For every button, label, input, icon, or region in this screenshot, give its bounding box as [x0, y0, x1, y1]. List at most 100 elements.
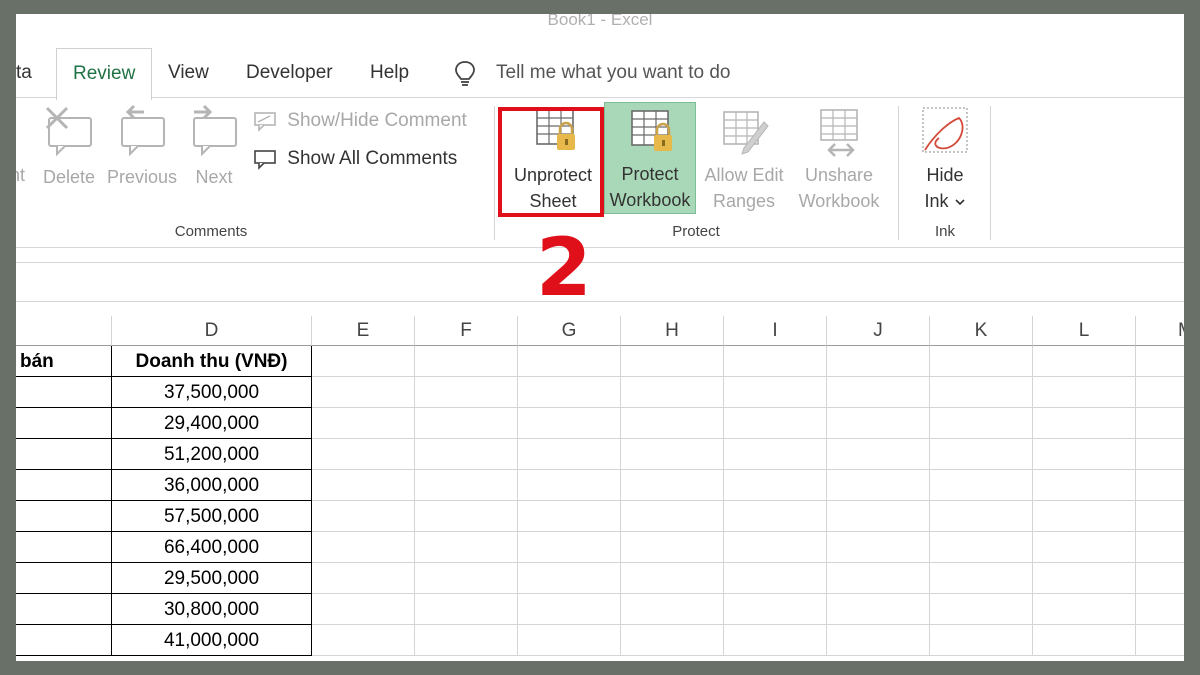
empty-cell[interactable]: [1136, 408, 1184, 439]
empty-cell[interactable]: [312, 470, 415, 501]
empty-cell[interactable]: [1136, 532, 1184, 563]
header-cell-revenue[interactable]: Doanh thu (VNĐ): [112, 346, 312, 377]
empty-cell[interactable]: [415, 439, 518, 470]
lightbulb-icon[interactable]: [454, 60, 476, 88]
empty-cell[interactable]: [930, 439, 1033, 470]
empty-cell[interactable]: [930, 532, 1033, 563]
table-cell-partial[interactable]: [16, 625, 112, 656]
tab-data[interactable]: ta: [16, 48, 32, 98]
column-header-l[interactable]: L: [1033, 316, 1136, 346]
empty-cell[interactable]: [415, 563, 518, 594]
empty-cell[interactable]: [930, 346, 1033, 377]
table-cell-revenue[interactable]: 30,800,000: [112, 594, 312, 625]
empty-cell[interactable]: [1033, 501, 1136, 532]
empty-cell[interactable]: [724, 439, 827, 470]
empty-cell[interactable]: [621, 346, 724, 377]
empty-cell[interactable]: [1136, 625, 1184, 656]
empty-cell[interactable]: [415, 532, 518, 563]
table-cell-revenue[interactable]: 29,500,000: [112, 563, 312, 594]
empty-cell[interactable]: [518, 470, 621, 501]
empty-cell[interactable]: [827, 408, 930, 439]
empty-cell[interactable]: [415, 346, 518, 377]
empty-cell[interactable]: [930, 470, 1033, 501]
empty-cell[interactable]: [1033, 532, 1136, 563]
formula-bar[interactable]: [16, 262, 1184, 302]
hide-ink-button[interactable]: Hide Ink: [910, 104, 980, 214]
empty-cell[interactable]: [621, 377, 724, 408]
empty-cell[interactable]: [1136, 563, 1184, 594]
column-header-k[interactable]: K: [930, 316, 1033, 346]
empty-cell[interactable]: [312, 439, 415, 470]
empty-cell[interactable]: [827, 501, 930, 532]
empty-cell[interactable]: [930, 377, 1033, 408]
column-header-partial[interactable]: [16, 316, 112, 346]
empty-cell[interactable]: [621, 501, 724, 532]
table-cell-partial[interactable]: [16, 377, 112, 408]
empty-cell[interactable]: [1033, 346, 1136, 377]
empty-cell[interactable]: [415, 470, 518, 501]
empty-cell[interactable]: [312, 501, 415, 532]
empty-cell[interactable]: [1033, 470, 1136, 501]
empty-cell[interactable]: [930, 594, 1033, 625]
tab-review[interactable]: Review: [56, 48, 153, 100]
empty-cell[interactable]: [621, 563, 724, 594]
show-all-comments-button[interactable]: Show All Comments: [252, 146, 457, 172]
protect-workbook-button[interactable]: Protect Workbook: [604, 102, 696, 214]
empty-cell[interactable]: [1033, 625, 1136, 656]
empty-cell[interactable]: [1033, 408, 1136, 439]
empty-cell[interactable]: [621, 625, 724, 656]
empty-cell[interactable]: [827, 594, 930, 625]
table-cell-partial[interactable]: [16, 408, 112, 439]
column-header-m[interactable]: M: [1136, 316, 1184, 346]
empty-cell[interactable]: [621, 532, 724, 563]
empty-cell[interactable]: [415, 501, 518, 532]
empty-cell[interactable]: [518, 594, 621, 625]
empty-cell[interactable]: [518, 377, 621, 408]
empty-cell[interactable]: [312, 377, 415, 408]
empty-cell[interactable]: [930, 408, 1033, 439]
empty-cell[interactable]: [724, 408, 827, 439]
empty-cell[interactable]: [312, 532, 415, 563]
empty-cell[interactable]: [1136, 594, 1184, 625]
table-cell-partial[interactable]: [16, 501, 112, 532]
empty-cell[interactable]: [518, 439, 621, 470]
empty-cell[interactable]: [518, 532, 621, 563]
empty-cell[interactable]: [312, 625, 415, 656]
empty-cell[interactable]: [518, 408, 621, 439]
empty-cell[interactable]: [724, 377, 827, 408]
empty-cell[interactable]: [724, 563, 827, 594]
table-cell-partial[interactable]: [16, 532, 112, 563]
empty-cell[interactable]: [518, 501, 621, 532]
empty-cell[interactable]: [1033, 594, 1136, 625]
next-comment-button[interactable]: Next: [186, 104, 242, 190]
tab-view[interactable]: View: [168, 48, 209, 98]
empty-cell[interactable]: [518, 563, 621, 594]
empty-cell[interactable]: [621, 439, 724, 470]
empty-cell[interactable]: [1136, 501, 1184, 532]
table-cell-partial[interactable]: [16, 563, 112, 594]
empty-cell[interactable]: [621, 594, 724, 625]
tell-me-search[interactable]: Tell me what you want to do: [496, 48, 730, 98]
empty-cell[interactable]: [415, 377, 518, 408]
empty-cell[interactable]: [415, 408, 518, 439]
column-header-g[interactable]: G: [518, 316, 621, 346]
empty-cell[interactable]: [1033, 563, 1136, 594]
table-cell-revenue[interactable]: 57,500,000: [112, 501, 312, 532]
previous-comment-button[interactable]: Previous: [104, 104, 180, 190]
empty-cell[interactable]: [415, 625, 518, 656]
column-header-h[interactable]: H: [621, 316, 724, 346]
empty-cell[interactable]: [621, 470, 724, 501]
empty-cell[interactable]: [930, 563, 1033, 594]
column-header-j[interactable]: J: [827, 316, 930, 346]
empty-cell[interactable]: [1136, 439, 1184, 470]
delete-comment-button[interactable]: Delete: [38, 104, 100, 190]
empty-cell[interactable]: [312, 408, 415, 439]
unshare-workbook-button[interactable]: Unshare Workbook: [794, 104, 884, 214]
table-cell-partial[interactable]: [16, 470, 112, 501]
empty-cell[interactable]: [724, 346, 827, 377]
empty-cell[interactable]: [1033, 377, 1136, 408]
empty-cell[interactable]: [724, 470, 827, 501]
table-cell-revenue[interactable]: 29,400,000: [112, 408, 312, 439]
empty-cell[interactable]: [724, 625, 827, 656]
table-cell-partial[interactable]: [16, 594, 112, 625]
